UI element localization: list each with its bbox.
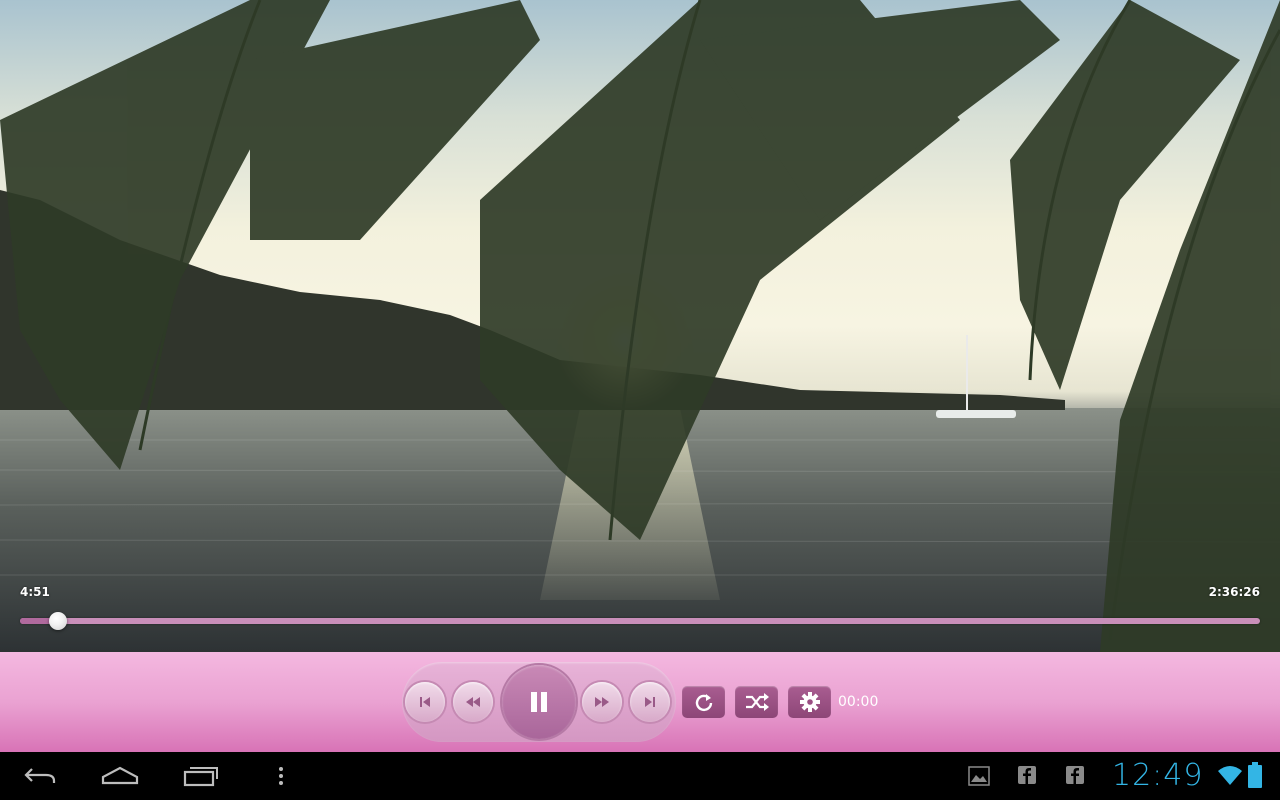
- facebook-icon: [1018, 766, 1036, 784]
- home-icon: [101, 766, 139, 785]
- seek-bar[interactable]: [20, 612, 1260, 630]
- overflow-menu-button[interactable]: [274, 760, 288, 792]
- recent-apps-button[interactable]: [181, 760, 221, 792]
- rewind-button[interactable]: [453, 682, 493, 722]
- home-button[interactable]: [100, 760, 140, 792]
- fast-forward-icon: [595, 697, 609, 707]
- player-control-bar: 00:00: [0, 652, 1280, 752]
- video-frame-image: [0, 0, 1280, 652]
- facebook-notification-2[interactable]: [1066, 766, 1084, 788]
- video-surface[interactable]: 4:51 2:36:26: [0, 0, 1280, 652]
- menu-overflow-icon: [279, 767, 283, 785]
- facebook-notification[interactable]: [1018, 766, 1036, 788]
- battery-icon: [1248, 762, 1262, 788]
- system-navigation-bar: 12:49: [0, 752, 1280, 800]
- repeat-icon: [695, 694, 712, 712]
- repeat-button[interactable]: [682, 686, 725, 718]
- skip-previous-button[interactable]: [405, 682, 445, 722]
- skip-previous-icon: [420, 697, 430, 707]
- elapsed-time: 4:51: [20, 585, 50, 599]
- battery-status: [1248, 762, 1262, 792]
- settings-button[interactable]: [788, 686, 831, 718]
- pause-icon: [531, 692, 547, 712]
- skip-next-icon: [645, 697, 655, 707]
- sleep-timer: 00:00: [838, 694, 879, 710]
- shuffle-icon: [745, 693, 769, 711]
- gallery-notification[interactable]: [968, 766, 990, 790]
- skip-next-button[interactable]: [630, 682, 670, 722]
- rewind-icon: [466, 697, 480, 707]
- shuffle-button[interactable]: [735, 686, 778, 718]
- wifi-status: [1217, 764, 1243, 790]
- status-clock[interactable]: 12:49: [1112, 758, 1203, 793]
- gear-icon: [799, 692, 820, 712]
- gallery-icon: [968, 766, 990, 786]
- wifi-icon: [1218, 766, 1242, 785]
- back-button[interactable]: [20, 760, 60, 792]
- fast-forward-button[interactable]: [582, 682, 622, 722]
- back-icon: [24, 768, 56, 783]
- recent-apps-icon: [183, 767, 218, 787]
- total-duration: 2:36:26: [1208, 585, 1260, 599]
- pause-button[interactable]: [502, 665, 576, 739]
- facebook-icon: [1066, 766, 1084, 784]
